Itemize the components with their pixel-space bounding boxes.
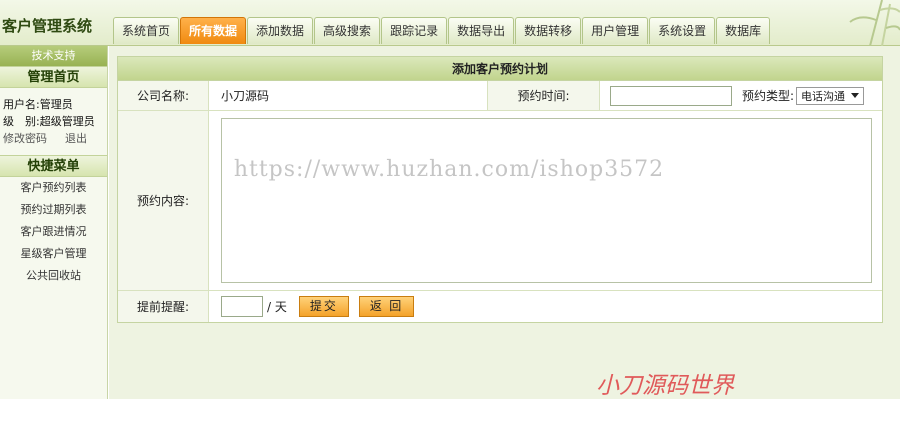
quick-menu-title: 快捷菜单 — [0, 155, 107, 177]
tab-1[interactable]: 所有数据 — [180, 17, 247, 44]
app-title: 客户管理系统 — [2, 17, 93, 35]
main-nav-tabs: 系统首页 所有数据 添加数据 高级搜索 跟踪记录 数据导出 数据转移 用户管理 系统设置 数据库 — [113, 17, 771, 44]
watermark-url: https://www.huzhan.com/ishop3572 — [233, 157, 665, 182]
appointment-type-select[interactable]: 电话沟通 — [796, 86, 865, 105]
username-line: 用户名:管理员 — [3, 98, 73, 111]
quick-menu-item[interactable]: 客户预约列表 — [0, 177, 107, 199]
change-password-link[interactable]: 修改密码 — [3, 130, 47, 147]
quick-menu-item[interactable]: 客户跟进情况 — [0, 221, 107, 243]
form-title: 添加客户预约计划 — [118, 57, 882, 81]
header: 客户管理系统 系统首页 所有数据 添加数据 高级搜索 跟踪记录 数据导出 数据转移 用户管理系… — [0, 0, 900, 46]
tech-support-link[interactable]: 技术支持 — [0, 46, 107, 66]
appointment-type-label: 预约类型: — [742, 89, 795, 103]
tab-5[interactable]: 数据导出 — [448, 17, 515, 44]
appointment-time-cell: 预约类型: 电话沟通 — [600, 81, 882, 110]
user-level-line: 级 别:超级管理员 — [3, 115, 95, 128]
appointment-time-input[interactable] — [610, 85, 732, 106]
company-row: 公司名称: 小刀源码 预约时间: 预约类型: 电话沟通 — [118, 81, 882, 111]
admin-home-link[interactable]: 管理首页 — [0, 66, 107, 88]
back-button[interactable]: 返 回 — [358, 296, 415, 317]
quick-menu-item[interactable]: 星级客户管理 — [0, 243, 107, 265]
tab-7[interactable]: 用户管理 — [582, 17, 649, 44]
quick-menu-item[interactable]: 预约过期列表 — [0, 199, 107, 221]
remind-row: 提前提醒: / 天 提交 返 回 — [118, 291, 882, 322]
sidebar: 技术支持 管理首页 用户名:管理员 级 别:超级管理员 修改密码 退出 快捷菜单… — [0, 46, 108, 399]
remind-label: 提前提醒: — [118, 291, 209, 322]
submit-button[interactable]: 提交 — [298, 296, 349, 317]
appointment-content-label: 预约内容: — [118, 111, 209, 290]
user-info: 用户名:管理员 级 别:超级管理员 修改密码 退出 — [0, 88, 107, 155]
company-label: 公司名称: — [118, 81, 209, 110]
tab-9[interactable]: 数据库 — [716, 17, 771, 44]
remind-cell: / 天 提交 返 回 — [209, 291, 415, 322]
brand-signature: 小刀源码世界 — [596, 373, 734, 399]
tab-3[interactable]: 高级搜索 — [314, 17, 381, 44]
chevron-down-icon — [851, 93, 860, 98]
tab-2[interactable]: 添加数据 — [247, 17, 314, 44]
tab-8[interactable]: 系统设置 — [649, 17, 716, 44]
company-name-value: 小刀源码 — [221, 89, 270, 103]
appointment-content-textarea[interactable] — [221, 118, 872, 283]
tab-0[interactable]: 系统首页 — [113, 17, 180, 44]
appointment-content-cell — [209, 111, 882, 290]
appointment-type-selected: 电话沟通 — [801, 89, 846, 103]
quick-menu-item[interactable]: 公共回收站 — [0, 265, 107, 287]
remind-unit: / 天 — [267, 300, 287, 314]
tab-4[interactable]: 跟踪记录 — [381, 17, 448, 44]
tab-6[interactable]: 数据转移 — [515, 17, 582, 44]
appointment-time-label: 预约时间: — [487, 81, 600, 110]
logout-link[interactable]: 退出 — [65, 130, 87, 147]
remind-days-input[interactable] — [221, 296, 263, 317]
content-row: 预约内容: — [118, 111, 882, 291]
quick-menu-list: 客户预约列表 预约过期列表 客户跟进情况 星级客户管理 公共回收站 — [0, 177, 107, 287]
main-content: 添加客户预约计划 公司名称: 小刀源码 预约时间: 预约类型: 电话沟通 预约内… — [109, 46, 900, 399]
appointment-form-panel: 添加客户预约计划 公司名称: 小刀源码 预约时间: 预约类型: 电话沟通 预约内… — [117, 56, 883, 323]
bamboo-decoration-icon — [849, 0, 900, 46]
